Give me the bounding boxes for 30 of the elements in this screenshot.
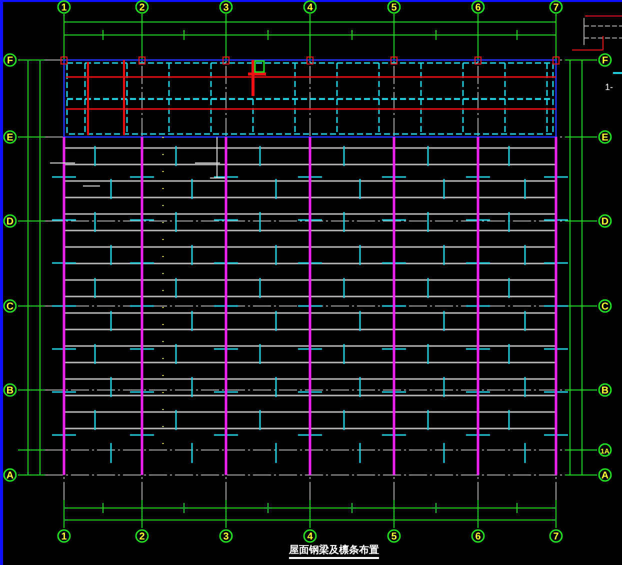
axis-bubble: C bbox=[3, 299, 17, 313]
axis-bubble: 5 bbox=[387, 0, 401, 14]
axis-bubble: A bbox=[3, 468, 17, 482]
axis-bubble: 3 bbox=[219, 529, 233, 543]
axis-bubble: 1 bbox=[57, 529, 71, 543]
axis-bubble: D bbox=[3, 214, 17, 228]
axis-bubble: 6 bbox=[471, 0, 485, 14]
axis-bubble: 3 bbox=[219, 0, 233, 14]
side-note: 1- bbox=[605, 82, 614, 92]
axis-bubble: 2 bbox=[135, 0, 149, 14]
section-mark-icon bbox=[254, 60, 265, 73]
axis-bubble: 5 bbox=[387, 529, 401, 543]
drawing-title: 屋面钢梁及檩条布置 bbox=[289, 545, 379, 559]
axis-bubble: C bbox=[598, 299, 612, 313]
axis-bubble: 7 bbox=[549, 0, 563, 14]
axis-bubble: E bbox=[3, 130, 17, 144]
axis-bubble: 6 bbox=[471, 529, 485, 543]
axis-bubble: 4 bbox=[303, 529, 317, 543]
axis-bubble: 2 bbox=[135, 529, 149, 543]
axis-bubble: 4 bbox=[303, 0, 317, 14]
axis-bubble: B bbox=[598, 383, 612, 397]
axis-bubble: F bbox=[598, 53, 612, 67]
axis-bubble: E bbox=[598, 130, 612, 144]
axis-bubble: 7 bbox=[549, 529, 563, 543]
axis-bubble: A bbox=[598, 468, 612, 482]
axis-bubble: D bbox=[598, 214, 612, 228]
axis-bubble: B bbox=[3, 383, 17, 397]
axis-bubble: 1 bbox=[57, 0, 71, 14]
detail-fragment-drawing bbox=[572, 16, 622, 74]
axis-bubble: F bbox=[3, 53, 17, 67]
